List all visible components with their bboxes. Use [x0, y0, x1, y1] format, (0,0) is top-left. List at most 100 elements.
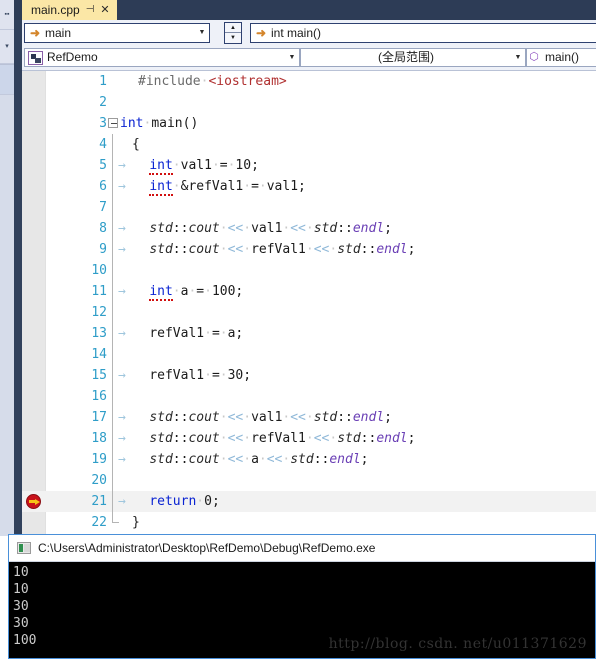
tab-main-cpp[interactable]: main.cpp ⊣ ✕ [22, 0, 117, 20]
console-title-bar: C:\Users\Administrator\Desktop\RefDemo\D… [9, 535, 595, 562]
dock-button-extra[interactable] [0, 65, 14, 95]
chevron-down-icon: ▾ [5, 43, 9, 50]
console-output-line: 30 [13, 599, 29, 614]
indent-guide [112, 344, 113, 365]
code-line[interactable]: 18 → std::cout·<<·refVal1·<<·std::endl; [22, 428, 596, 449]
code-text: → refVal1·=·30; [118, 368, 252, 383]
line-number: 13 [91, 326, 107, 341]
indent-guide [112, 155, 113, 176]
code-line[interactable]: 15 → refVal1·=·30; [22, 365, 596, 386]
close-icon[interactable]: ✕ [100, 0, 109, 20]
chevron-down-icon[interactable]: ▼ [195, 24, 209, 42]
code-line[interactable]: 9 → std::cout·<<·refVal1·<<·std::endl; [22, 239, 596, 260]
line-number: 19 [91, 452, 107, 467]
arrow-right-icon: ➜ [255, 26, 267, 40]
code-text: } [132, 515, 140, 530]
indent-guide-foot [112, 522, 119, 523]
execution-arrow-icon [35, 499, 40, 505]
code-text: → std::cout·<<·val1·<<·std::endl; [118, 410, 392, 425]
line-number: 7 [99, 200, 107, 215]
current-statement-icon[interactable] [26, 494, 41, 509]
console-output-line: 30 [13, 616, 29, 631]
code-line[interactable]: 13 → refVal1·=·a; [22, 323, 596, 344]
navigation-bar-bottom: RefDemo ▼ (全局范围) ▼ ⬡ main() [22, 46, 596, 70]
code-line[interactable]: 19 → std::cout·<<·a·<<·std::endl; [22, 449, 596, 470]
code-editor[interactable]: 1 #include·<iostream> 2 3 int·main() 4{5 → int… [22, 70, 596, 537]
indent-guide [112, 428, 113, 449]
line-number: 20 [91, 473, 107, 488]
line-number: 21 [91, 494, 107, 509]
code-line[interactable]: 8 → std::cout·<<·val1·<<·std::endl; [22, 218, 596, 239]
symbol-dropdown[interactable]: ⬡ main() [526, 48, 596, 67]
line-number: 14 [91, 347, 107, 362]
indent-guide [112, 281, 113, 302]
code-line[interactable]: 3 int·main() [22, 113, 596, 134]
indent-guide [112, 302, 113, 323]
spinner-down-button[interactable]: ▼ [225, 33, 241, 43]
tab-label: main.cpp [31, 3, 80, 17]
code-line[interactable]: 22} [22, 512, 596, 533]
spinner-up-button[interactable]: ▲ [225, 23, 241, 33]
code-line[interactable]: 10 [22, 260, 596, 281]
console-window-icon [17, 542, 31, 554]
code-line[interactable]: 1 #include·<iostream> [22, 71, 596, 92]
code-line[interactable]: 5 → int·val1·=·10; [22, 155, 596, 176]
scope-dropdown[interactable]: (全局范围) ▼ [300, 48, 526, 67]
code-line[interactable]: 7 [22, 197, 596, 218]
line-number: 2 [99, 95, 107, 110]
function-dropdown-value: int main() [271, 26, 322, 40]
chevron-down-icon[interactable]: ▼ [511, 54, 525, 61]
project-icon [28, 50, 43, 65]
code-line[interactable]: 14 [22, 344, 596, 365]
project-dropdown[interactable]: RefDemo ▼ [24, 48, 300, 67]
code-lines: 1 #include·<iostream> 2 3 int·main() 4{5 → int… [22, 71, 596, 537]
code-text: → std::cout·<<·refVal1·<<·std::endl; [118, 431, 416, 446]
code-text: → refVal1·=·a; [118, 326, 244, 341]
indent-guide [112, 491, 113, 512]
dock-button-toolbox[interactable]: ▪▪ [0, 0, 14, 30]
indent-guide [112, 134, 113, 155]
code-text: { [132, 137, 140, 152]
indent-guide [112, 407, 113, 428]
collapsed-dock-strip: ▪▪ ▾ [0, 0, 14, 536]
code-line[interactable]: 6 → int·&refVal1·=·val1; [22, 176, 596, 197]
method-icon: ⬡ [529, 51, 539, 63]
code-text: → int·&refVal1·=·val1; [118, 179, 306, 196]
console-window[interactable]: C:\Users\Administrator\Desktop\RefDemo\D… [8, 534, 596, 659]
code-text: → std::cout·<<·val1·<<·std::endl; [118, 221, 392, 236]
line-number: 17 [91, 410, 107, 425]
code-line[interactable]: 16 [22, 386, 596, 407]
code-text: #include·<iostream> [138, 74, 287, 89]
code-line[interactable]: 17 → std::cout·<<·val1·<<·std::endl; [22, 407, 596, 428]
indent-guide [112, 449, 113, 470]
line-number: 8 [99, 221, 107, 236]
project-dropdown-value: RefDemo [47, 50, 98, 64]
line-number: 11 [91, 284, 107, 299]
code-line[interactable]: 21 → return·0; [22, 491, 596, 512]
dock-button-server-explorer[interactable]: ▾ [0, 30, 14, 64]
code-line[interactable]: 20 [22, 470, 596, 491]
navigation-bar-top: ➜ main ▼ ▲ ▼ ➜ int main() [22, 20, 596, 46]
line-number: 16 [91, 389, 107, 404]
editor-left-rail [14, 20, 22, 536]
code-line[interactable]: 2 [22, 92, 596, 113]
navigation-spinner[interactable]: ▲ ▼ [224, 22, 242, 44]
chevron-down-icon[interactable]: ▼ [285, 54, 299, 61]
fold-collapse-icon[interactable] [108, 118, 118, 128]
code-text: → return·0; [118, 494, 220, 509]
console-title-text: C:\Users\Administrator\Desktop\RefDemo\D… [38, 541, 376, 555]
indent-guide [112, 239, 113, 260]
console-output: 10 10 30 30 100 http://blog. csdn. net/u01137… [9, 562, 595, 658]
code-line[interactable]: 4{ [22, 134, 596, 155]
line-number: 10 [91, 263, 107, 278]
code-line[interactable]: 11 → int·a·=·100; [22, 281, 596, 302]
indent-guide [112, 260, 113, 281]
function-dropdown[interactable]: ➜ int main() [250, 23, 596, 43]
code-line[interactable]: 12 [22, 302, 596, 323]
member-dropdown[interactable]: ➜ main ▼ [24, 23, 210, 43]
code-text: int·main() [120, 116, 199, 131]
indent-guide [112, 176, 113, 197]
visual-studio-window: ▪▪ ▾ main.cpp ⊣ ✕ ➜ main ▼ ▲ ▼ ➜ int mai… [0, 0, 596, 659]
symbol-dropdown-value: main() [545, 50, 580, 64]
pin-icon[interactable]: ⊣ [86, 0, 95, 20]
